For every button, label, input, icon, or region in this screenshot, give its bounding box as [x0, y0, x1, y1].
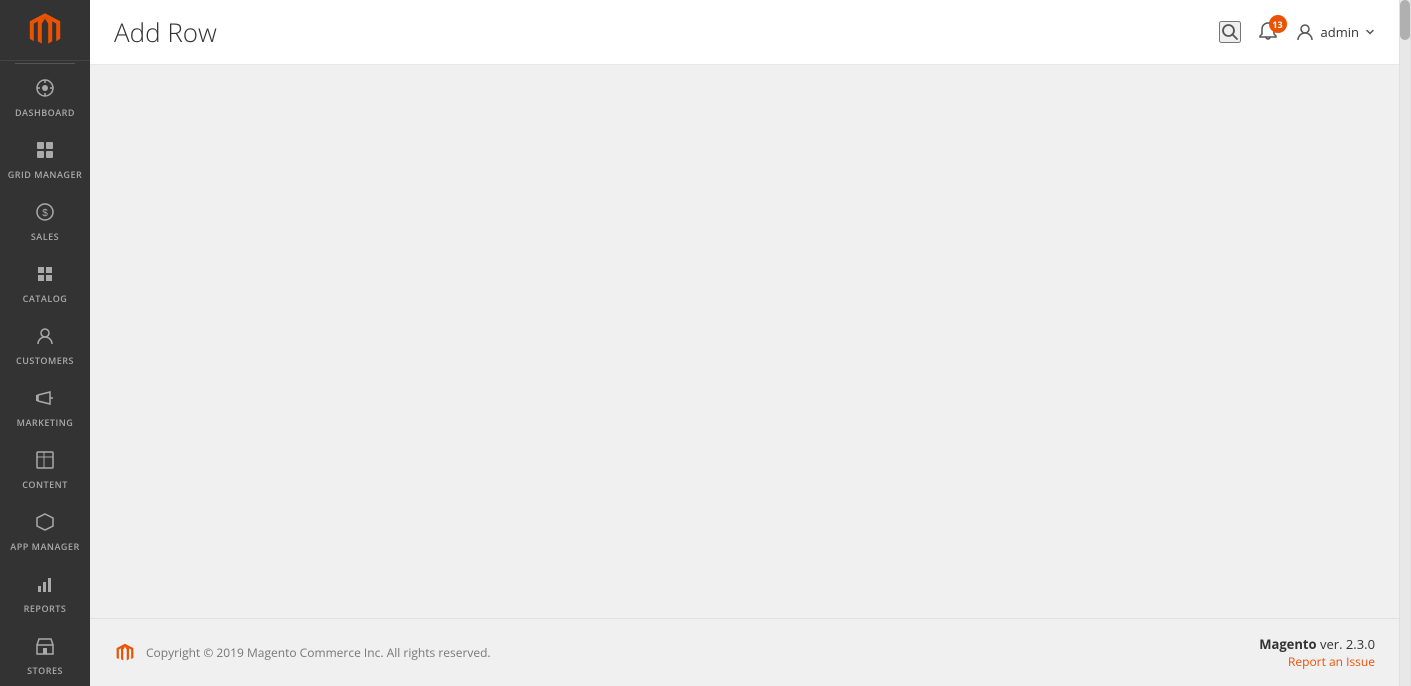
sidebar-item-label-reports: REPORTS	[24, 604, 67, 615]
main-area: Add Row 13 admin	[90, 0, 1399, 686]
sidebar-item-stores[interactable]: STORES	[0, 624, 90, 686]
scrollbar[interactable]	[1399, 0, 1411, 686]
user-menu[interactable]: admin	[1295, 22, 1375, 42]
sidebar-item-dashboard[interactable]: DASHBOARD	[0, 66, 90, 128]
magento-logo-icon	[25, 10, 65, 50]
app-manager-icon	[35, 512, 55, 538]
sidebar-divider	[15, 63, 75, 64]
sidebar-item-content[interactable]: CONTENT	[0, 438, 90, 500]
reports-icon	[35, 574, 55, 600]
sidebar-item-marketing[interactable]: MARKETING	[0, 376, 90, 438]
customers-icon	[35, 326, 55, 352]
footer-copyright: Copyright © 2019 Magento Commerce Inc. A…	[146, 644, 491, 661]
dashboard-icon	[35, 78, 55, 104]
sidebar-item-reports[interactable]: REPORTS	[0, 562, 90, 624]
search-button[interactable]	[1219, 21, 1241, 43]
sidebar-item-label-sales: SALES	[31, 232, 59, 243]
sidebar-item-sales[interactable]: $ SALES	[0, 190, 90, 252]
sidebar: DASHBOARD GRID MANAGER $ SALES CATALOG C…	[0, 0, 90, 686]
content-area	[90, 65, 1399, 618]
sidebar-item-catalog[interactable]: CATALOG	[0, 252, 90, 314]
chevron-down-icon	[1365, 27, 1375, 37]
scrollbar-track	[1400, 0, 1410, 686]
sidebar-item-app-manager[interactable]: APP MANAGER	[0, 500, 90, 562]
footer: Copyright © 2019 Magento Commerce Inc. A…	[90, 618, 1399, 686]
sidebar-item-label-stores: STORES	[27, 666, 63, 677]
sidebar-item-label-customers: CUSTOMERS	[16, 356, 74, 367]
sidebar-item-label-dashboard: DASHBOARD	[15, 108, 75, 119]
sidebar-item-grid-manager[interactable]: GRID MANAGER	[0, 128, 90, 190]
header: Add Row 13 admin	[90, 0, 1399, 65]
notification-badge: 13	[1269, 15, 1287, 33]
footer-right: Magento ver. 2.3.0 Report an Issue	[1259, 635, 1375, 670]
sidebar-item-customers[interactable]: CUSTOMERS	[0, 314, 90, 376]
footer-version: Magento ver. 2.3.0	[1259, 635, 1375, 653]
catalog-icon	[35, 264, 55, 290]
footer-version-number: ver. 2.3.0	[1320, 635, 1375, 653]
user-name: admin	[1321, 23, 1359, 41]
footer-version-label: Magento	[1259, 635, 1316, 653]
sidebar-item-label-content: CONTENT	[22, 480, 68, 491]
sales-icon: $	[35, 202, 55, 228]
grid-manager-icon	[35, 140, 55, 166]
scrollbar-thumb[interactable]	[1400, 0, 1410, 40]
notification-button[interactable]: 13	[1257, 21, 1279, 43]
header-actions: 13 admin	[1219, 21, 1375, 43]
marketing-icon	[35, 388, 55, 414]
footer-magento-logo-icon	[114, 642, 136, 664]
sidebar-item-label-app-manager: APP MANAGER	[10, 542, 79, 553]
page-title: Add Row	[114, 14, 1219, 50]
user-icon	[1295, 22, 1315, 42]
search-icon	[1221, 23, 1239, 41]
sidebar-logo	[0, 0, 90, 61]
sidebar-item-label-grid-manager: GRID MANAGER	[8, 170, 83, 181]
sidebar-item-label-marketing: MARKETING	[17, 418, 74, 429]
sidebar-item-label-catalog: CATALOG	[23, 294, 68, 305]
report-issue-link[interactable]: Report an Issue	[1288, 653, 1375, 670]
footer-left: Copyright © 2019 Magento Commerce Inc. A…	[114, 642, 491, 664]
stores-icon	[35, 636, 55, 662]
svg-text:$: $	[42, 208, 48, 219]
content-icon	[35, 450, 55, 476]
